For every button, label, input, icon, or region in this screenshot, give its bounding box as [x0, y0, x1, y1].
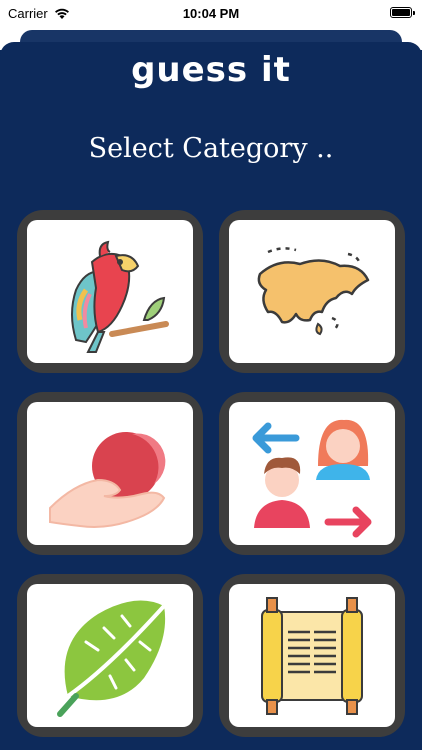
status-bar: Carrier 10:04 PM [0, 0, 422, 30]
card-face [229, 402, 395, 545]
card-face [229, 584, 395, 727]
battery-icon [390, 7, 415, 18]
category-card-people-exchange[interactable] [219, 392, 405, 555]
card-face [27, 402, 193, 545]
card-face [27, 584, 193, 727]
category-card-leaf[interactable] [17, 574, 203, 737]
card-face [27, 220, 193, 363]
sheet-edge [0, 30, 422, 56]
app-title: guess it [131, 50, 291, 90]
parrot-icon [71, 240, 169, 353]
category-card-world-map[interactable] [219, 210, 405, 373]
card-face [229, 220, 395, 363]
hand-ball-icon [49, 431, 166, 528]
category-card-parrot[interactable] [17, 210, 203, 373]
page-subtitle: Select Category .. [88, 133, 334, 164]
status-time: 10:04 PM [182, 6, 240, 21]
category-card-hand-ball[interactable] [17, 392, 203, 555]
category-card-scroll[interactable] [219, 574, 405, 737]
scroll-icon [261, 596, 363, 715]
leaf-icon [57, 600, 166, 717]
people-exchange-icon [252, 419, 372, 537]
world-map-icon [257, 246, 370, 335]
